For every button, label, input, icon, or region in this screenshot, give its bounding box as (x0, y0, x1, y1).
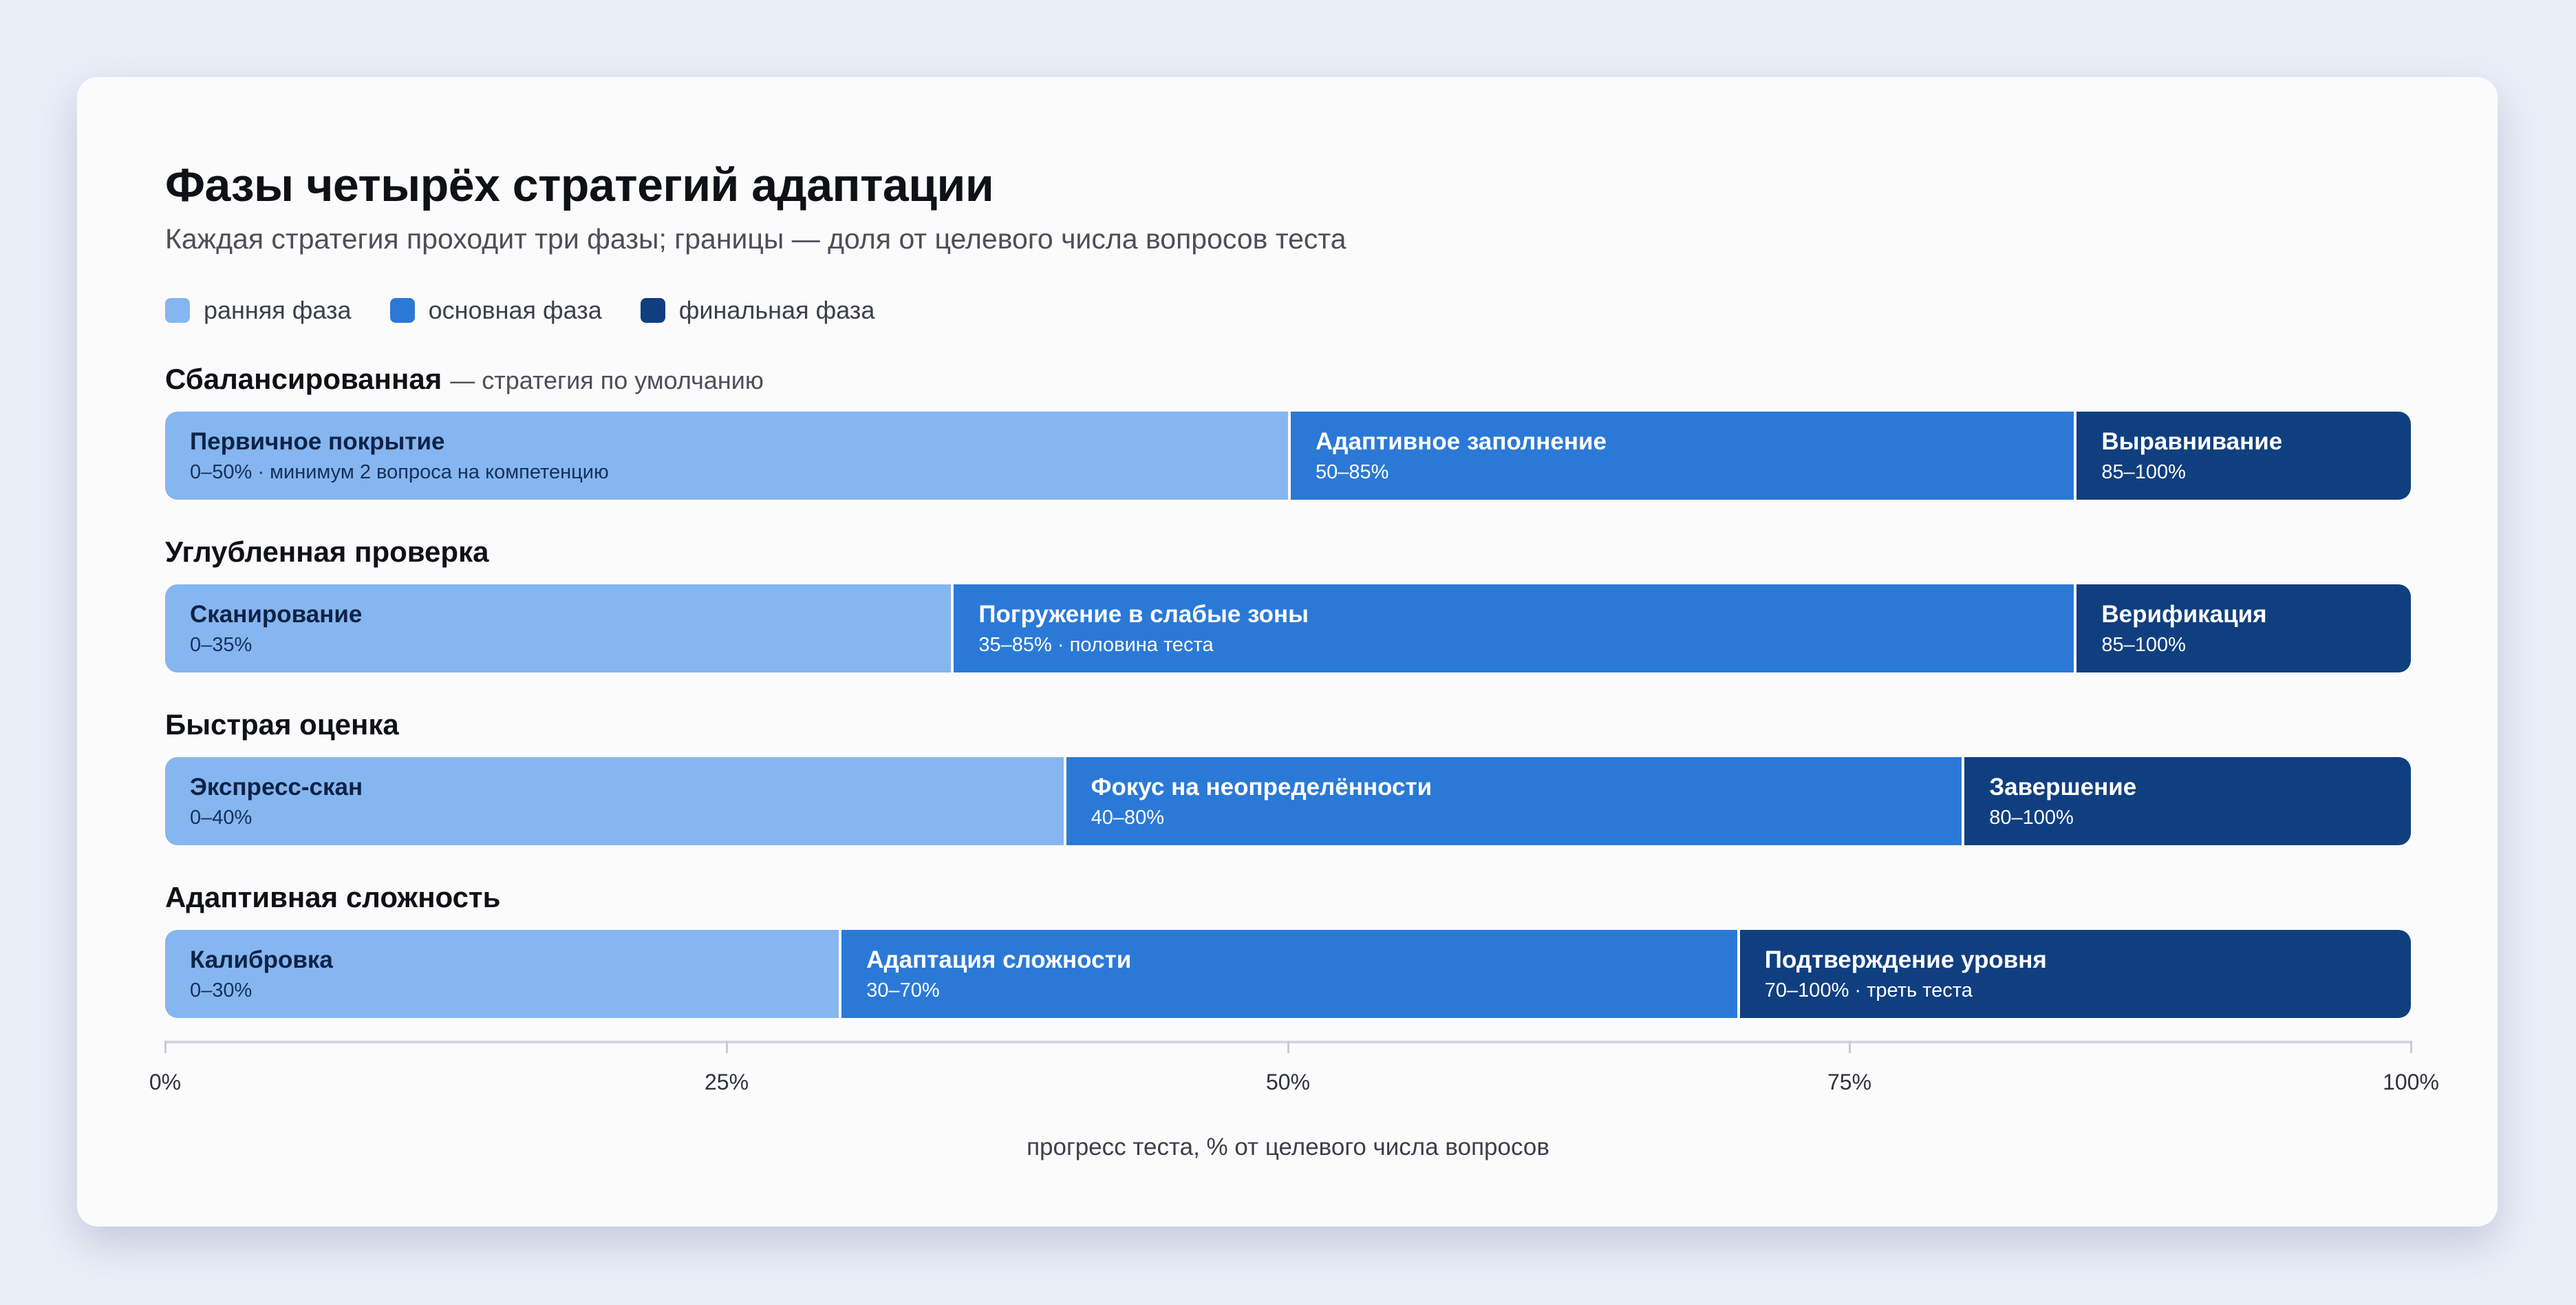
phase-bar: Погружение в слабые зоны 35–85% · полови… (951, 584, 2074, 672)
phase-range-label: 50–85% (1316, 461, 1389, 483)
x-axis: 0% 25% 50% 75% 100% (149, 1041, 2439, 1110)
phase-name: Адаптивное заполнение (1316, 428, 1607, 455)
strategy-note: — стратегия по умолчанию (450, 366, 764, 394)
legend-item-final: финальная фаза (640, 296, 875, 325)
phase-name: Фокус на неопределённости (1091, 774, 1432, 800)
legend-swatch-early (165, 298, 190, 323)
strategy-name: Адаптивная сложность (165, 881, 501, 913)
strategy-heading-adaptive: Адаптивная сложность (165, 881, 500, 914)
x-tick-label: 0% (149, 1070, 182, 1094)
strategy-heading-deep: Углубленная проверка (165, 535, 489, 569)
legend-label-final: финальная фаза (678, 296, 875, 324)
phase-range-label: 30–70% (866, 979, 940, 1001)
phase-name: Экспресс-скан (190, 774, 363, 800)
phase-name: Сканирование (190, 601, 363, 628)
phase-name: Первичное покрытие (190, 428, 445, 455)
strategy-name: Углубленная проверка (165, 535, 489, 568)
x-tick-label: 75% (1827, 1070, 1872, 1094)
legend-swatch-main (389, 298, 415, 323)
x-tick-label: 100% (2383, 1070, 2439, 1094)
chart-subtitle: Каждая стратегия проходит три фазы; гран… (165, 223, 1346, 255)
legend: ранняя фаза основная фаза финальная фаза (165, 296, 913, 325)
strategy-bar-adaptive: Калибровка 0–30% Адаптация сложности 30–… (165, 930, 2411, 1018)
phase-bar: Сканирование 0–35% (165, 584, 952, 672)
phase-range-label: 0–35% (190, 634, 253, 656)
phase-range-label: 0–40% (190, 807, 253, 829)
phase-bar: Подтверждение уровня 70–100% · треть тес… (1737, 930, 2411, 1018)
phase-range-label: 0–30% (190, 979, 253, 1001)
phase-name: Адаптация сложности (866, 946, 1132, 973)
phase-range-label: 35–85% · половина теста (978, 634, 1214, 656)
legend-item-main: основная фаза (389, 296, 602, 325)
phase-bar: Экспресс-скан 0–40% (165, 757, 1064, 845)
phase-range-label: 0–50% · минимум 2 вопроса на компетенцию (190, 461, 609, 483)
legend-item-early: ранняя фаза (165, 296, 352, 325)
phase-bar: Фокус на неопределённости 40–80% (1063, 757, 1962, 845)
phase-bar: Первичное покрытие 0–50% · минимум 2 воп… (165, 412, 1288, 500)
phase-name: Выравнивание (2101, 428, 2283, 455)
phase-name: Калибровка (190, 946, 333, 973)
strategy-bar-deep: Сканирование 0–35% Погружение в слабые з… (165, 584, 2411, 672)
phase-bar: Адаптация сложности 30–70% (839, 930, 1737, 1018)
x-axis-title: прогресс теста, % от целевого числа вопр… (1027, 1134, 1549, 1160)
phase-range-label: 40–80% (1091, 807, 1165, 829)
chart-title: Фазы четырёх стратегий адаптации (165, 159, 994, 211)
phase-bar: Верификация 85–100% (2074, 584, 2411, 672)
phase-bar: Калибровка 0–30% (165, 930, 839, 1018)
phase-range-label: 85–100% (2101, 461, 2186, 483)
x-tick-label: 25% (704, 1070, 749, 1094)
x-tick (1287, 1041, 1289, 1053)
phase-name: Погружение в слабые зоны (978, 601, 1309, 628)
strategy-name: Быстрая оценка (165, 708, 399, 741)
legend-swatch-final (640, 298, 665, 323)
x-tick (726, 1041, 728, 1053)
chart-card: Фазы четырёх стратегий адаптации Каждая … (77, 77, 2498, 1227)
legend-label-early: ранняя фаза (204, 296, 352, 324)
phase-bar: Выравнивание 85–100% (2074, 412, 2411, 500)
legend-label-main: основная фаза (428, 296, 602, 324)
strategy-heading-balanced: Сбалансированная — стратегия по умолчанию (165, 363, 764, 396)
phase-range-label: 70–100% · треть теста (1764, 979, 1973, 1001)
x-tick (164, 1041, 167, 1053)
phase-name: Верификация (2101, 601, 2267, 628)
phase-bar: Адаптивное заполнение 50–85% (1288, 412, 2074, 500)
x-tick (2410, 1041, 2412, 1053)
phase-name: Завершение (1989, 774, 2137, 800)
strategy-bar-balanced: Первичное покрытие 0–50% · минимум 2 воп… (165, 412, 2411, 500)
phase-range-label: 85–100% (2101, 634, 2186, 656)
x-tick (1849, 1041, 1851, 1053)
strategy-heading-quick: Быстрая оценка (165, 708, 399, 741)
phase-range-label: 80–100% (1989, 807, 2074, 829)
phase-bar: Завершение 80–100% (1962, 757, 2411, 845)
strategy-bar-quick: Экспресс-скан 0–40% Фокус на неопределён… (165, 757, 2411, 845)
strategy-name: Сбалансированная (165, 363, 442, 395)
phase-name: Подтверждение уровня (1764, 946, 2047, 973)
x-tick-label: 50% (1265, 1070, 1311, 1094)
